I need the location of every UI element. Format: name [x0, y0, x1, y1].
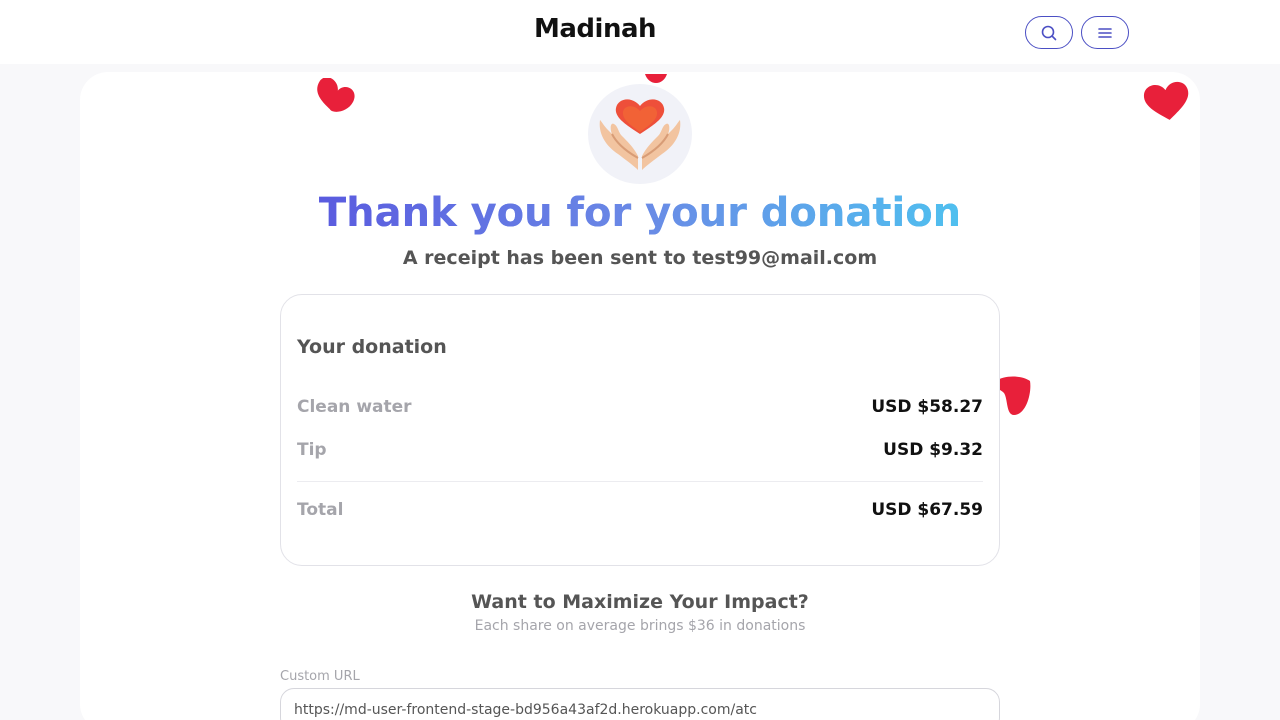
top-navigation-bar: Madinah: [0, 0, 1280, 64]
impact-heading: Want to Maximize Your Impact?: [471, 591, 809, 613]
menu-button[interactable]: [1081, 16, 1129, 49]
page-title: Thank you for your donation: [0, 190, 1280, 236]
donation-item-label: Clean water: [297, 397, 412, 417]
floating-heart-icon: [317, 78, 355, 112]
custom-url-field[interactable]: [280, 688, 1000, 720]
donation-item-value: USD $58.27: [871, 397, 983, 417]
custom-url-label: Custom URL: [280, 669, 360, 684]
total-label: Total: [297, 500, 344, 520]
hands-holding-heart-icon: [599, 99, 681, 170]
thank-you-heading: Thank you for your donation: [318, 190, 962, 236]
logo-text: Madinah: [534, 14, 657, 44]
donation-summary: Your donation Clean water USD $58.27 Tip…: [280, 294, 1000, 566]
total-value: USD $67.59: [871, 500, 983, 520]
menu-icon: [1098, 27, 1112, 38]
tip-label: Tip: [297, 440, 327, 460]
madinah-logo[interactable]: Madinah: [534, 14, 657, 44]
donation-hero-badge: [588, 84, 692, 184]
summary-divider: [297, 481, 983, 482]
tip-value: USD $9.32: [883, 440, 983, 460]
donation-summary-title: Your donation: [297, 336, 447, 358]
receipt-notice: A receipt has been sent to test99@mail.c…: [402, 247, 878, 269]
impact-subheading: Each share on average brings $36 in dona…: [474, 618, 806, 634]
floating-heart-icon: [1143, 81, 1189, 120]
search-icon: [1041, 25, 1057, 40]
search-button[interactable]: [1025, 16, 1073, 49]
